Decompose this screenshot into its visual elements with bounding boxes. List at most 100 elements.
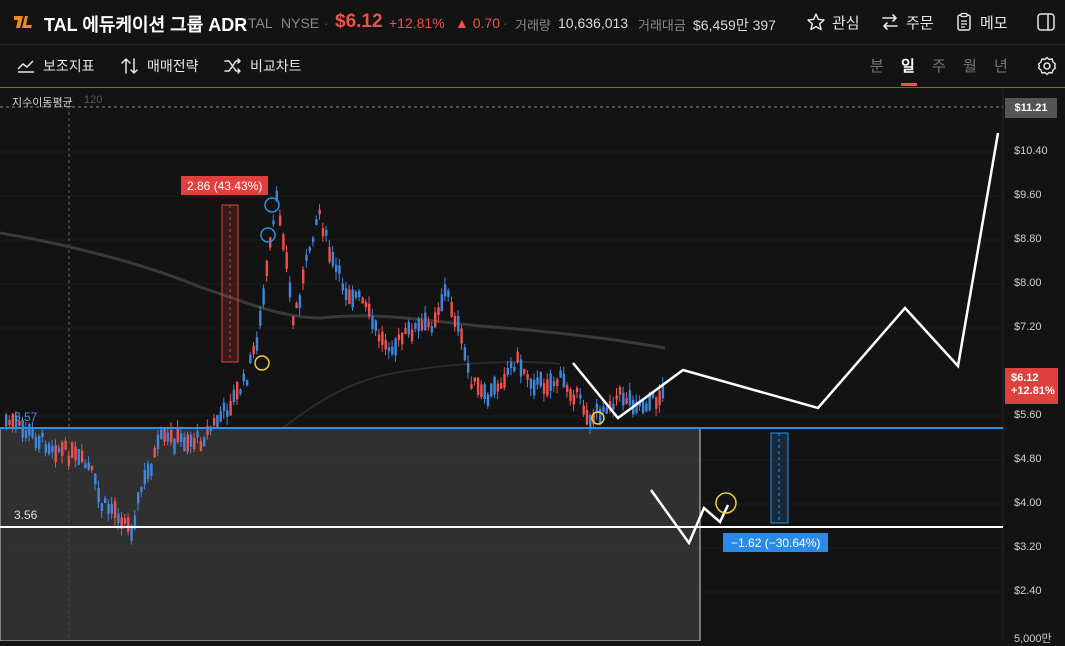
candle-body: [658, 390, 661, 406]
candle-body: [493, 376, 496, 395]
candle-body: [8, 419, 11, 426]
candle-body: [44, 444, 47, 453]
candle-body: [262, 288, 265, 305]
candle-body: [546, 379, 549, 396]
indicators-button[interactable]: 보조지표: [16, 55, 95, 77]
candle-body: [123, 518, 127, 524]
period-minute[interactable]: 분: [870, 55, 884, 76]
y-tick: $3.20: [1014, 541, 1042, 553]
change-percent: +12.81%: [389, 15, 445, 31]
candle-body: [24, 429, 28, 438]
candle-body: [107, 503, 110, 514]
settings-gear-icon[interactable]: [1037, 56, 1057, 76]
candle-body: [453, 315, 457, 327]
candle-body: [61, 442, 64, 456]
candle-body: [460, 328, 463, 344]
candle-body: [302, 269, 305, 284]
candle-body: [34, 437, 38, 448]
candle-body: [331, 252, 335, 266]
period-day[interactable]: 일: [901, 55, 915, 76]
candle-body: [328, 247, 331, 262]
strategy-button[interactable]: 매매전략: [120, 55, 199, 77]
candle-body: [447, 290, 450, 297]
candle-body: [67, 455, 71, 466]
candle-body: [641, 400, 645, 414]
candle-body: [242, 373, 245, 382]
candle-body: [529, 378, 533, 389]
compare-button[interactable]: 비교차트: [223, 55, 302, 77]
candle-body: [71, 442, 74, 459]
candle-body: [506, 367, 509, 376]
candle-body: [371, 316, 374, 330]
candle-body: [298, 295, 302, 308]
candle-body: [476, 377, 480, 395]
candle-body: [245, 380, 249, 386]
period-week[interactable]: 주: [932, 55, 946, 76]
candle-body: [414, 323, 417, 329]
candle-body: [473, 377, 476, 382]
candle-body: [391, 346, 394, 355]
candle-body: [236, 382, 239, 400]
current-price: $6.12: [335, 11, 383, 32]
candle-body: [486, 394, 490, 406]
candle-body: [189, 434, 193, 447]
candle-body: [199, 440, 203, 452]
candle-body: [321, 227, 325, 237]
candle-body: [661, 385, 665, 399]
moving-average-line-2: [279, 361, 561, 431]
watch-button[interactable]: 관심: [806, 10, 860, 34]
order-button[interactable]: 주문: [880, 10, 934, 34]
marker-circle[interactable]: [254, 355, 270, 371]
volume-value: 10,636,013: [558, 15, 629, 31]
period-year[interactable]: 년: [994, 55, 1008, 76]
candle-body: [255, 337, 259, 351]
candle-body: [150, 464, 153, 476]
candle-body: [285, 252, 288, 269]
candle-body: [533, 379, 536, 396]
candle-body: [163, 427, 166, 442]
candle-body: [153, 447, 156, 458]
amount-label: 거래대금: [638, 18, 686, 33]
price-tag-current: $6.12 +12.81%: [1005, 368, 1058, 404]
candle-body: [351, 289, 354, 308]
y-tick: $10.40: [1014, 145, 1048, 157]
projection-line-main[interactable]: [572, 132, 1000, 420]
candle-body: [278, 215, 282, 226]
candle-body: [156, 434, 160, 450]
period-month[interactable]: 월: [963, 55, 977, 76]
candle-body: [585, 410, 589, 425]
candle-body: [625, 398, 628, 404]
active-period-underline: [901, 83, 917, 86]
candle-body: [110, 503, 113, 514]
candle-body: [417, 318, 420, 332]
candle-body: [212, 418, 216, 426]
stock-name: TAL 에듀케이션 그룹 ADR: [44, 15, 248, 35]
candle-body: [450, 302, 453, 317]
memo-button[interactable]: 메모: [954, 10, 1008, 34]
shuffle-icon: [224, 58, 241, 74]
candle-body: [249, 354, 252, 364]
candle-body: [186, 434, 189, 452]
sidebar-toggle-icon[interactable]: [1036, 12, 1056, 32]
candle-body: [173, 438, 176, 454]
candle-body: [645, 403, 648, 412]
marker-circle[interactable]: [264, 197, 280, 213]
candle-body: [47, 443, 51, 454]
candle-body: [239, 389, 242, 394]
candle-body: [615, 395, 618, 400]
candle-body: [420, 320, 424, 331]
candle-body: [308, 247, 311, 252]
price-chart[interactable]: [0, 88, 1065, 641]
candle-body: [358, 291, 361, 298]
candle-body: [87, 462, 90, 470]
candle-body: [229, 401, 232, 416]
candle-body: [222, 402, 226, 412]
candle-body: [628, 390, 632, 406]
candle-body: [559, 370, 562, 378]
candle-body: [430, 326, 434, 333]
candle-body: [523, 369, 526, 374]
candle-body: [84, 463, 87, 468]
candle-body: [252, 345, 255, 355]
candle-body: [440, 294, 443, 312]
candle-body: [602, 406, 605, 412]
